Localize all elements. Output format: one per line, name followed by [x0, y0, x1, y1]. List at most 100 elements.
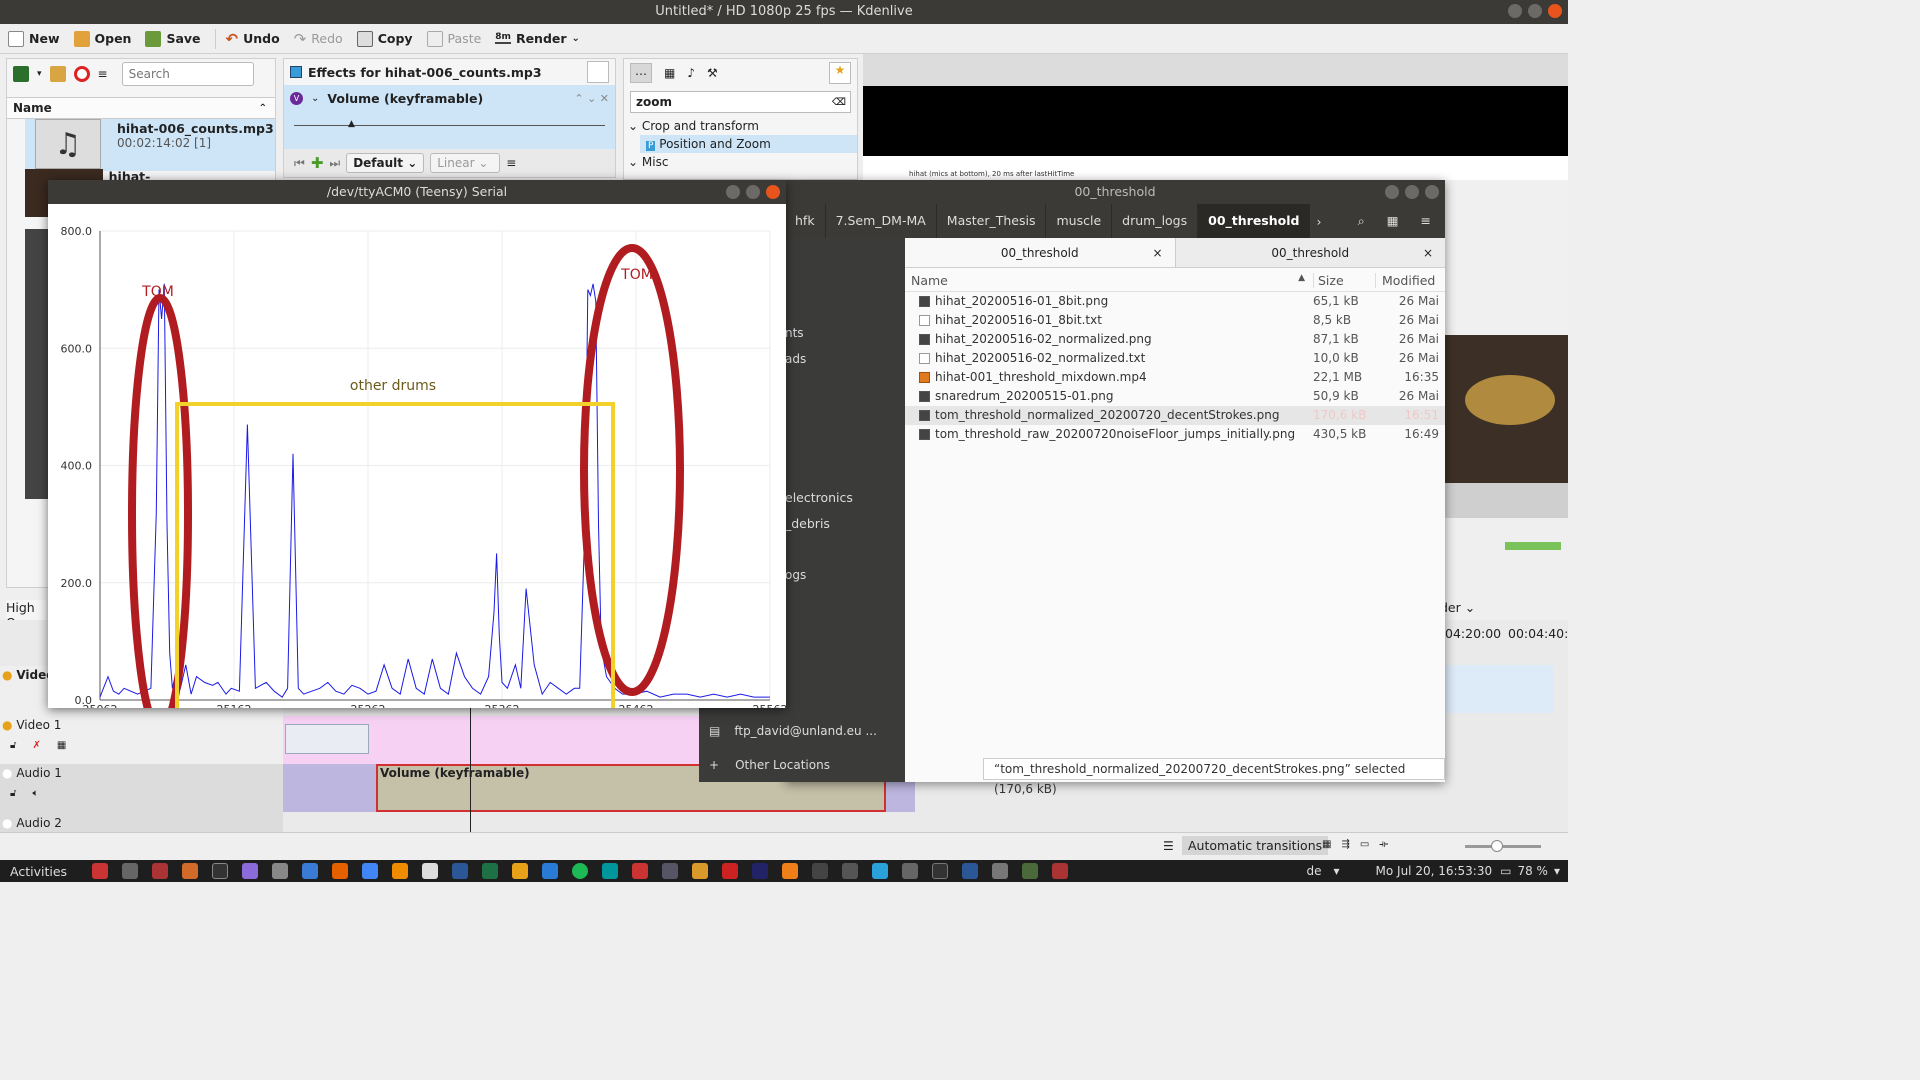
custom-effects-icon[interactable]: ⚒	[707, 66, 718, 80]
save-button[interactable]: Save	[145, 30, 201, 47]
chevron-down-icon[interactable]: ▾	[1333, 864, 1339, 878]
collapse-icon[interactable]: ⌄	[311, 93, 319, 104]
lock-icon[interactable]: 🔓︎	[10, 740, 16, 751]
clock[interactable]: Mo Jul 20, 16:53:30	[1376, 864, 1493, 878]
quality-tab[interactable]: High Qu	[6, 600, 46, 630]
vscode-icon[interactable]	[542, 863, 559, 879]
effect-position-zoom[interactable]: P Position and Zoom	[640, 135, 857, 153]
sidebar-item[interactable]: nts	[785, 326, 804, 340]
add-clip-icon[interactable]	[13, 66, 29, 82]
firefox-icon[interactable]	[332, 863, 349, 879]
document-icon[interactable]	[452, 863, 469, 879]
app-launcher-icon[interactable]	[632, 863, 649, 879]
app-launcher-icon[interactable]	[902, 863, 919, 879]
copy-button[interactable]: Copy	[356, 30, 413, 47]
zoom-slider-handle[interactable]	[1491, 840, 1503, 852]
breadcrumb-hfk[interactable]: hfk	[785, 204, 826, 238]
settings-icon[interactable]	[662, 863, 679, 879]
maximize-button[interactable]	[1528, 4, 1542, 18]
minimize-button[interactable]	[726, 185, 740, 199]
app-launcher-icon[interactable]	[932, 863, 949, 879]
minimize-button[interactable]	[1508, 4, 1522, 18]
audio-effects-icon[interactable]: ♪	[687, 66, 695, 80]
video-clip[interactable]	[283, 716, 703, 764]
app-launcher-icon[interactable]	[92, 863, 109, 879]
category-crop-transform[interactable]: ⌄ Crop and transform	[624, 117, 857, 135]
close-button[interactable]	[1425, 185, 1439, 199]
mute-icon[interactable]: 🔈︎	[32, 788, 38, 799]
mode-normal-icon[interactable]: ▦	[1322, 839, 1331, 850]
bin-search-input[interactable]	[121, 62, 254, 86]
file-row[interactable]: tom_threshold_raw_20200720noiseFloor_jum…	[905, 425, 1445, 444]
undo-button[interactable]: ↶ Undo	[226, 30, 280, 48]
effect-enable-checkbox[interactable]	[290, 66, 302, 78]
tab-2[interactable]: 00_threshold ×	[1176, 238, 1446, 267]
settings-icon[interactable]: ☰	[1163, 839, 1174, 853]
menu-icon[interactable]: ≡	[506, 156, 516, 170]
vlc-icon[interactable]	[782, 863, 799, 879]
sidebar-item[interactable]: ogs	[785, 568, 806, 582]
preset-select[interactable]: Default ⌄	[346, 153, 425, 173]
add-keyframe-icon[interactable]: ✚	[311, 154, 324, 172]
video-effects-icon[interactable]: ▦	[664, 66, 675, 80]
track-header-audio1[interactable]: ● Audio 1 🔓︎ 🔈︎	[0, 764, 283, 814]
file-row[interactable]: tom_threshold_normalized_20200720_decent…	[905, 406, 1445, 425]
app-launcher-icon[interactable]	[242, 863, 259, 879]
activities-button[interactable]: Activities	[0, 864, 85, 879]
app-launcher-icon[interactable]	[152, 863, 169, 879]
close-button[interactable]	[766, 185, 780, 199]
automatic-transitions-toggle[interactable]: Automatic transitions	[1182, 836, 1329, 855]
hide-track-icon[interactable]: ✗	[32, 740, 40, 751]
effect-controls[interactable]: ⌃ ⌄ ✕	[574, 92, 609, 105]
file-row[interactable]: hihat-001_threshold_mixdown.mp4 22,1 MB 16…	[905, 368, 1445, 387]
menu-icon[interactable]: ≡	[1421, 213, 1431, 229]
sidebar-item[interactable]: _debris	[785, 516, 830, 531]
file-row[interactable]: hihat_20200516-01_8bit.txt 8,5 kB 26 Mai	[905, 311, 1445, 330]
arduino-icon[interactable]	[602, 863, 619, 879]
chevron-down-icon[interactable]: ▾	[1554, 864, 1560, 878]
close-tab-icon[interactable]: ×	[1423, 238, 1433, 268]
delete-icon[interactable]	[73, 66, 90, 82]
menu-icon[interactable]: ≡	[98, 67, 108, 81]
thumbnail-icon[interactable]: ▦	[57, 740, 66, 751]
app-launcher-icon[interactable]	[1052, 863, 1069, 879]
playhead[interactable]	[470, 700, 471, 832]
close-tab-icon[interactable]: ×	[1152, 238, 1162, 268]
next-keyframe-icon[interactable]: ⏭	[329, 156, 340, 171]
effect-search-input[interactable]: zoom ⌫	[630, 91, 851, 113]
minimize-button[interactable]	[1385, 185, 1399, 199]
tab-1[interactable]: 00_threshold ×	[905, 238, 1176, 267]
app-launcher-icon[interactable]	[512, 863, 529, 879]
terminal-icon[interactable]	[212, 863, 229, 879]
spreadsheet-icon[interactable]	[482, 863, 499, 879]
app-launcher-icon[interactable]	[752, 863, 769, 879]
interpolation-select[interactable]: Linear ⌄	[430, 153, 501, 173]
zoom-slider[interactable]	[1465, 840, 1541, 852]
chevron-right-icon[interactable]: ›	[1310, 214, 1321, 229]
app-launcher-icon[interactable]	[302, 863, 319, 879]
sidebar-ftp-item[interactable]: ▤ ftp_david@unland.eu ...	[709, 724, 877, 738]
all-effects-tab[interactable]: …	[630, 63, 652, 83]
keyframe-ruler[interactable]: ▲	[284, 111, 615, 149]
column-header-modified[interactable]: Modified	[1375, 273, 1445, 288]
telegram-icon[interactable]	[872, 863, 889, 879]
breadcrumb-muscle[interactable]: muscle	[1046, 204, 1113, 238]
render-button[interactable]: 8m Render ⌄	[495, 31, 580, 46]
mode-overwrite-icon[interactable]: ⇶	[1341, 839, 1349, 850]
grid-view-icon[interactable]: ▦	[1387, 213, 1399, 229]
app-launcher-icon[interactable]	[692, 863, 709, 879]
previous-keyframe-icon[interactable]: ⏮	[294, 156, 305, 171]
app-launcher-icon[interactable]	[722, 863, 739, 879]
clear-search-icon[interactable]: ⌫	[832, 97, 846, 108]
sidebar-item[interactable]: electronics	[785, 490, 853, 505]
app-launcher-icon[interactable]	[812, 863, 829, 879]
open-button[interactable]: Open	[73, 30, 131, 47]
sidebar-other-locations[interactable]: + Other Locations	[709, 758, 830, 772]
new-button[interactable]: New	[8, 30, 60, 47]
sidebar-item[interactable]: ads	[785, 352, 806, 366]
breadcrumb-drum-logs[interactable]: drum_logs	[1112, 204, 1199, 238]
chevron-down-icon[interactable]: ▾	[37, 69, 42, 79]
app-launcher-icon[interactable]	[392, 863, 409, 879]
razor-icon[interactable]: ⟛	[1379, 839, 1388, 850]
maximize-button[interactable]	[746, 185, 760, 199]
